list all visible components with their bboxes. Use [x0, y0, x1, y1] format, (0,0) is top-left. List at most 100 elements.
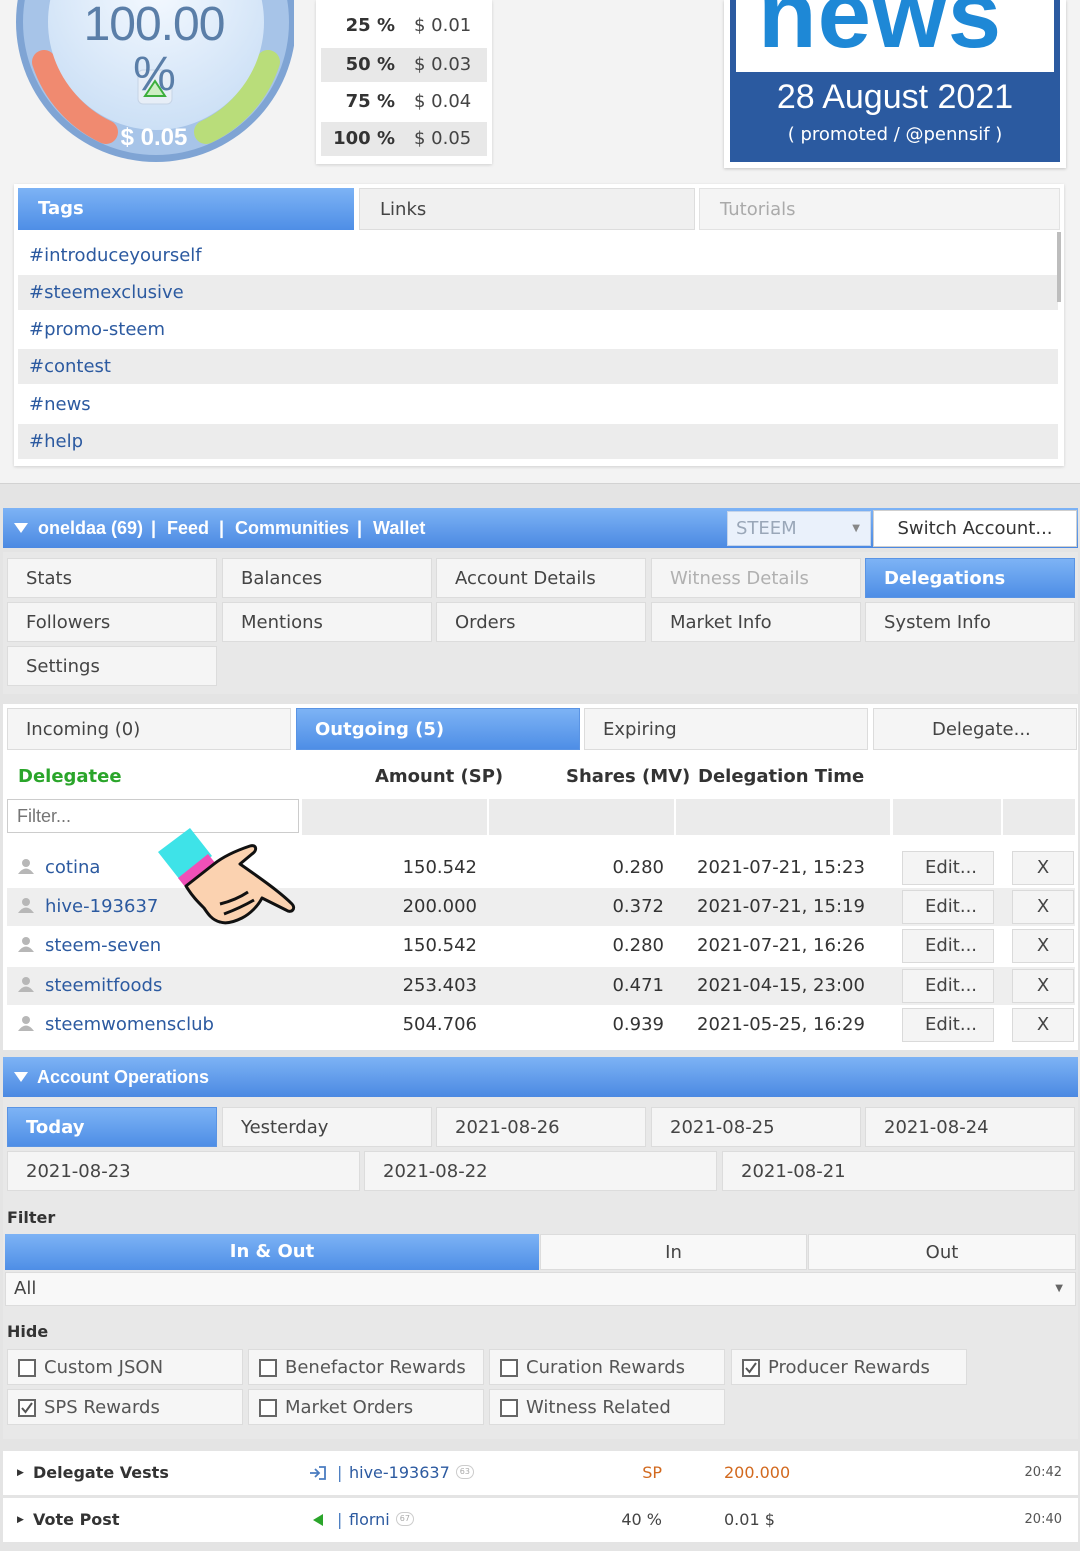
edit-button[interactable]: Edit...: [902, 851, 994, 885]
hide-producer-rewards-checkbox[interactable]: Producer Rewards: [731, 1349, 967, 1385]
news-banner[interactable]: news 28 August 2021 ( promoted / @pennsi…: [724, 0, 1066, 168]
nav-balances[interactable]: Balances: [222, 558, 432, 598]
day-button[interactable]: 2021-08-24: [865, 1107, 1075, 1147]
tag-link[interactable]: #help: [18, 424, 1058, 459]
checkbox-icon: [18, 1359, 36, 1377]
account-name[interactable]: oneldaa (69): [38, 508, 143, 548]
tab-outgoing[interactable]: Outgoing (5): [296, 708, 580, 750]
collapse-triangle-icon[interactable]: [13, 522, 29, 534]
chevron-down-icon: ▼: [1055, 1283, 1063, 1294]
tags-panel: Tags Links Tutorials #introduceyourself …: [14, 184, 1064, 466]
operation-row[interactable]: ▶ Vote Post | florni 67 40 % 0.01 $ 20:40: [3, 1498, 1078, 1542]
tag-link[interactable]: #promo-steem: [18, 312, 1058, 347]
operation-row[interactable]: ▶ Delegate Vests | hive-193637 63 SP 200.…: [3, 1451, 1078, 1495]
filter-in-out[interactable]: In & Out: [5, 1234, 539, 1270]
nav-system-info[interactable]: System Info: [865, 602, 1075, 642]
hide-benefactor-rewards-checkbox[interactable]: Benefactor Rewards: [248, 1349, 484, 1385]
expand-triangle-icon[interactable]: ▶: [17, 1498, 24, 1542]
pointing-hand-icon: [158, 828, 296, 925]
tab-tags[interactable]: Tags: [18, 188, 354, 230]
remove-button[interactable]: X: [1012, 969, 1074, 1003]
nav-orders[interactable]: Orders: [436, 602, 646, 642]
remove-button[interactable]: X: [1012, 1008, 1074, 1042]
delegatee-link[interactable]: steemitfoods: [17, 967, 162, 1005]
user-icon: [18, 898, 34, 913]
time-cell: 2021-07-21, 15:23: [697, 857, 865, 878]
feed-link[interactable]: Feed: [167, 508, 209, 548]
header-delegatee[interactable]: Delegatee: [18, 762, 122, 792]
day-button[interactable]: 2021-08-23: [7, 1151, 360, 1191]
communities-link[interactable]: Communities: [235, 508, 349, 548]
header-delegation-time[interactable]: Delegation Time: [698, 762, 864, 792]
tab-expiring[interactable]: Expiring: [584, 708, 868, 750]
tag-link[interactable]: #news: [18, 387, 1058, 422]
hide-custom-json-checkbox[interactable]: Custom JSON: [7, 1349, 243, 1385]
checkbox-label: Custom JSON: [44, 1357, 164, 1378]
vote-row: 75 % $ 0.04: [345, 91, 472, 112]
news-banner-inner: news 28 August 2021 ( promoted / @pennsi…: [730, 0, 1060, 162]
vote-value-table: 25 % $ 0.01 50 % $ 0.03 75 % $ 0.04 100 …: [316, 0, 492, 164]
tag-link[interactable]: #steemexclusive: [18, 275, 1058, 310]
header-shares[interactable]: Shares (MV): [566, 762, 690, 792]
collapse-triangle-icon: [14, 1072, 28, 1082]
checkbox-label: Curation Rewards: [526, 1357, 686, 1378]
currency-select-value: STEEM: [736, 518, 797, 539]
day-button[interactable]: 2021-08-21: [722, 1151, 1075, 1191]
operation-type-select[interactable]: All ▼: [5, 1272, 1076, 1306]
operation-account-link[interactable]: hive-193637 63: [349, 1451, 474, 1495]
expand-triangle-icon[interactable]: ▶: [17, 1451, 24, 1495]
edit-button[interactable]: Edit...: [902, 1008, 994, 1042]
user-icon: [18, 859, 34, 874]
edit-button[interactable]: Edit...: [902, 969, 994, 1003]
edit-button[interactable]: Edit...: [902, 929, 994, 963]
delegatee-name: steemwomensclub: [45, 1014, 214, 1035]
delegatee-link[interactable]: steem-seven: [17, 927, 161, 965]
time-cell: 2021-07-21, 15:19: [697, 896, 865, 917]
nav-mentions[interactable]: Mentions: [222, 602, 432, 642]
delegatee-name: hive-193637: [45, 896, 159, 917]
nav-witness-details[interactable]: Witness Details: [651, 558, 861, 598]
vote-arrow-icon: [313, 1514, 323, 1526]
remove-button[interactable]: X: [1012, 851, 1074, 885]
day-button[interactable]: 2021-08-22: [364, 1151, 717, 1191]
tab-incoming[interactable]: Incoming (0): [7, 708, 291, 750]
delegate-button[interactable]: Delegate...: [873, 708, 1077, 750]
remove-button[interactable]: X: [1012, 929, 1074, 963]
hide-witness-related-checkbox[interactable]: Witness Related: [489, 1389, 725, 1425]
hide-curation-rewards-checkbox[interactable]: Curation Rewards: [489, 1349, 725, 1385]
nav-delegations[interactable]: Delegations: [865, 558, 1075, 598]
wallet-link[interactable]: Wallet: [373, 508, 425, 548]
hide-sps-rewards-checkbox[interactable]: SPS Rewards: [7, 1389, 243, 1425]
remove-button[interactable]: X: [1012, 890, 1074, 924]
nav-account-details[interactable]: Account Details: [436, 558, 646, 598]
delegatee-link[interactable]: hive-193637: [17, 888, 158, 926]
tags-scrollbar[interactable]: [1057, 232, 1061, 302]
filter-in[interactable]: In: [540, 1234, 807, 1270]
day-button[interactable]: 2021-08-25: [651, 1107, 861, 1147]
tag-link[interactable]: #introduceyourself: [18, 238, 1058, 273]
nav-settings[interactable]: Settings: [7, 646, 217, 686]
account-operations-header[interactable]: Account Operations: [3, 1057, 1078, 1097]
delegatee-link[interactable]: cotina: [17, 849, 100, 887]
time-cell: 2021-05-25, 16:29: [697, 1014, 865, 1035]
day-today[interactable]: Today: [7, 1107, 217, 1147]
edit-button[interactable]: Edit...: [902, 890, 994, 924]
day-button[interactable]: 2021-08-26: [436, 1107, 646, 1147]
filter-out[interactable]: Out: [808, 1234, 1076, 1270]
voting-power-gauge: 100.00 % $ 0.05: [14, 0, 296, 165]
nav-market-info[interactable]: Market Info: [651, 602, 861, 642]
delegatee-link[interactable]: steemwomensclub: [17, 1006, 214, 1044]
tag-link[interactable]: #contest: [18, 349, 1058, 384]
tab-tutorials[interactable]: Tutorials: [699, 188, 1060, 230]
tab-links[interactable]: Links: [359, 188, 695, 230]
operation-account-link[interactable]: florni 67: [349, 1498, 414, 1542]
hide-market-orders-checkbox[interactable]: Market Orders: [248, 1389, 484, 1425]
nav-separator: |: [357, 518, 363, 538]
nav-followers[interactable]: Followers: [7, 602, 217, 642]
header-amount[interactable]: Amount (SP): [375, 762, 503, 792]
day-yesterday[interactable]: Yesterday: [222, 1107, 432, 1147]
switch-account-button[interactable]: Switch Account...: [873, 510, 1077, 547]
shares-cell: 0.280: [612, 857, 664, 878]
nav-stats[interactable]: Stats: [7, 558, 217, 598]
currency-select[interactable]: STEEM ▼: [727, 511, 871, 546]
